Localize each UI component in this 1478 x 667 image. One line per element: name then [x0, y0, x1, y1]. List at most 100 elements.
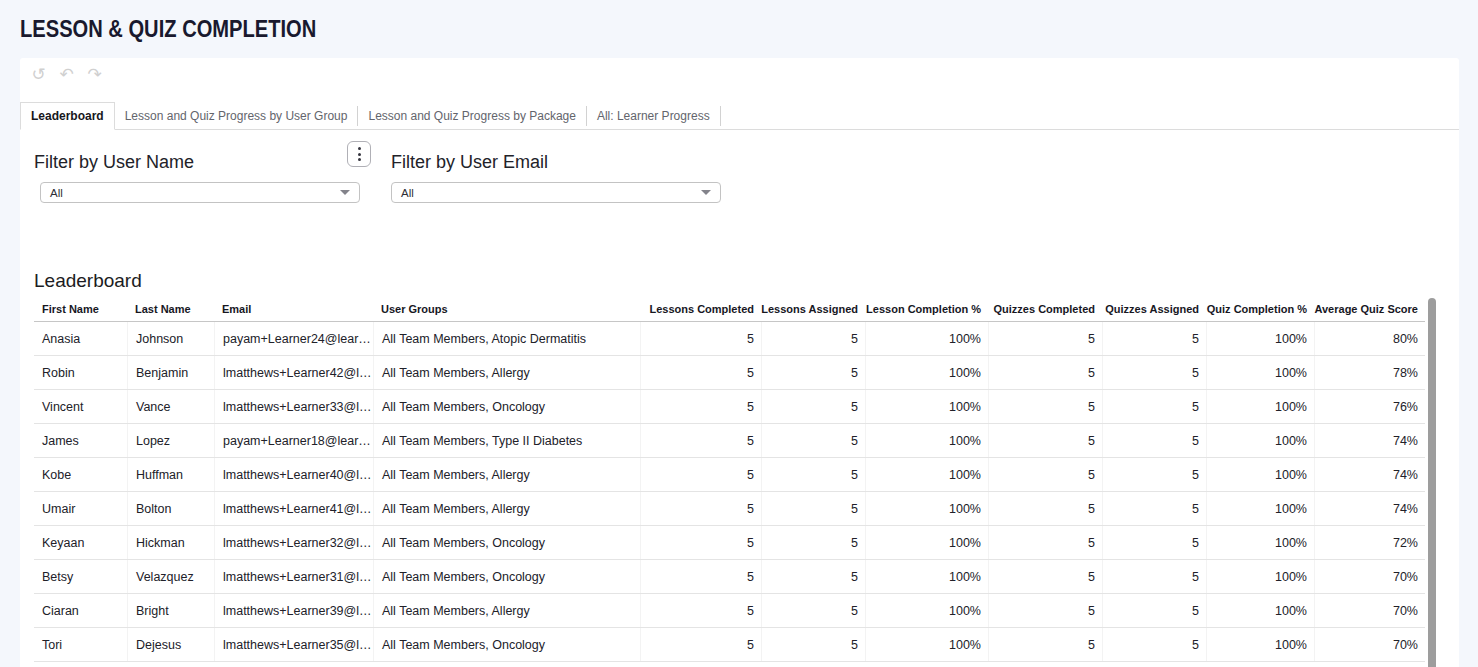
filter-user-email-select[interactable]: All [391, 182, 721, 203]
table-cell: 100% [865, 628, 988, 661]
table-cell: lmatthews+Learner40@l… [214, 458, 373, 491]
table-cell: 74% [1314, 458, 1425, 491]
table-cell: 100% [865, 560, 988, 593]
table-cell: 100% [865, 492, 988, 525]
table-cell: 5 [761, 322, 865, 355]
filter-user-name-label: Filter by User Name [34, 152, 360, 173]
table-cell: 5 [640, 458, 761, 491]
table-cell: Kobe [34, 458, 127, 491]
tab-lesson-and-quiz-progress-by-user-group[interactable]: Lesson and Quiz Progress by User Group [115, 102, 358, 129]
table-cell: Umair [34, 492, 127, 525]
filter-user-name: Filter by User Name All [34, 152, 360, 203]
table-cell: 5 [640, 390, 761, 423]
table-row: KeyaanHickmanlmatthews+Learner32@l…All T… [34, 526, 1425, 560]
table-cell: Bolton [127, 492, 214, 525]
table-cell: 5 [640, 560, 761, 593]
redo-icon[interactable]: ↷ [86, 66, 103, 84]
table-cell: Anasia [34, 322, 127, 355]
table-row: CiaranBrightlmatthews+Learner39@l…All Te… [34, 594, 1425, 628]
table-row: JamesLopezpayam+Learner18@lear…All Team … [34, 424, 1425, 458]
tab-leaderboard[interactable]: Leaderboard [20, 102, 115, 130]
table-cell: Ciaran [34, 594, 127, 627]
undo-icon[interactable]: ↶ [58, 66, 75, 84]
table-cell: 5 [761, 594, 865, 627]
table-cell: All Team Members, Allergy [373, 356, 640, 389]
table-cell: 5 [761, 356, 865, 389]
column-header[interactable]: Last Name [127, 303, 214, 315]
reset-icon[interactable]: ↺ [30, 66, 47, 84]
column-header[interactable]: First Name [34, 303, 127, 315]
table-cell: 5 [640, 322, 761, 355]
table-cell: 100% [865, 356, 988, 389]
table-cell: lmatthews+Learner41@l… [214, 492, 373, 525]
table-cell: Robin [34, 356, 127, 389]
table-cell: 76% [1314, 390, 1425, 423]
table-cell: 100% [1206, 390, 1314, 423]
leaderboard-table: First NameLast NameEmailUser GroupsLesso… [34, 296, 1425, 662]
table-cell: 72% [1314, 526, 1425, 559]
table-title: Leaderboard [34, 270, 142, 292]
table-cell: Benjamin [127, 356, 214, 389]
table-cell: Vincent [34, 390, 127, 423]
table-cell: 5 [988, 390, 1102, 423]
table-cell: Bright [127, 594, 214, 627]
report-card: ↺ ↶ ↷ LeaderboardLesson and Quiz Progres… [20, 58, 1459, 667]
table-cell: lmatthews+Learner33@l… [214, 390, 373, 423]
table-cell: 100% [865, 424, 988, 457]
table-cell: 100% [1206, 560, 1314, 593]
table-cell: 5 [640, 424, 761, 457]
table-cell: 5 [988, 356, 1102, 389]
column-header[interactable]: Lessons Assigned [761, 303, 865, 315]
table-cell: payam+Learner24@lear… [214, 322, 373, 355]
table-cell: 100% [1206, 628, 1314, 661]
table-cell: 5 [988, 526, 1102, 559]
table-cell: All Team Members, Allergy [373, 492, 640, 525]
more-options-button[interactable] [347, 141, 371, 167]
tab-lesson-and-quiz-progress-by-package[interactable]: Lesson and Quiz Progress by Package [358, 102, 585, 129]
table-cell: 5 [988, 424, 1102, 457]
column-header[interactable]: Quizzes Completed [988, 303, 1102, 315]
column-header[interactable]: Average Quiz Score [1314, 303, 1425, 315]
column-header[interactable]: Lessons Completed [640, 303, 761, 315]
table-cell: 5 [988, 322, 1102, 355]
table-cell: 5 [1102, 356, 1206, 389]
table-row: KobeHuffmanlmatthews+Learner40@l…All Tea… [34, 458, 1425, 492]
table-cell: 5 [988, 560, 1102, 593]
table-cell: 100% [865, 458, 988, 491]
table-cell: 70% [1314, 594, 1425, 627]
table-row: RobinBenjaminlmatthews+Learner42@l…All T… [34, 356, 1425, 390]
table-cell: 100% [1206, 594, 1314, 627]
column-header[interactable]: Email [214, 303, 373, 315]
table-cell: Hickman [127, 526, 214, 559]
column-header[interactable]: Quiz Completion % [1206, 303, 1314, 315]
column-header[interactable]: User Groups [373, 303, 640, 315]
filter-user-name-select[interactable]: All [40, 182, 360, 203]
tab-bar: LeaderboardLesson and Quiz Progress by U… [20, 102, 1459, 130]
table-cell: Johnson [127, 322, 214, 355]
more-options-icon [358, 147, 361, 150]
table-cell: All Team Members, Type II Diabetes [373, 424, 640, 457]
table-cell: 74% [1314, 492, 1425, 525]
column-header[interactable]: Lesson Completion % [865, 303, 988, 315]
tab-all-learner-progress[interactable]: All: Learner Progress [587, 102, 720, 129]
table-cell: Betsy [34, 560, 127, 593]
table-cell: 100% [1206, 458, 1314, 491]
table-cell: 5 [988, 458, 1102, 491]
filter-user-email: Filter by User Email All [391, 152, 721, 203]
table-cell: 5 [1102, 594, 1206, 627]
page-title: LESSON & QUIZ COMPLETION [20, 16, 316, 43]
table-cell: 5 [1102, 628, 1206, 661]
table-cell: Huffman [127, 458, 214, 491]
table-cell: 5 [1102, 424, 1206, 457]
table-scrollbar[interactable] [1428, 298, 1436, 667]
table-cell: All Team Members, Atopic Dermatitis [373, 322, 640, 355]
tab-divider [720, 106, 721, 126]
table-row: AnasiaJohnsonpayam+Learner24@lear…All Te… [34, 322, 1425, 356]
column-header[interactable]: Quizzes Assigned [1102, 303, 1206, 315]
table-cell: All Team Members, Oncology [373, 560, 640, 593]
table-cell: All Team Members, Oncology [373, 628, 640, 661]
table-cell: 100% [865, 594, 988, 627]
table-cell: 5 [640, 356, 761, 389]
table-cell: All Team Members, Allergy [373, 594, 640, 627]
table-cell: All Team Members, Allergy [373, 458, 640, 491]
